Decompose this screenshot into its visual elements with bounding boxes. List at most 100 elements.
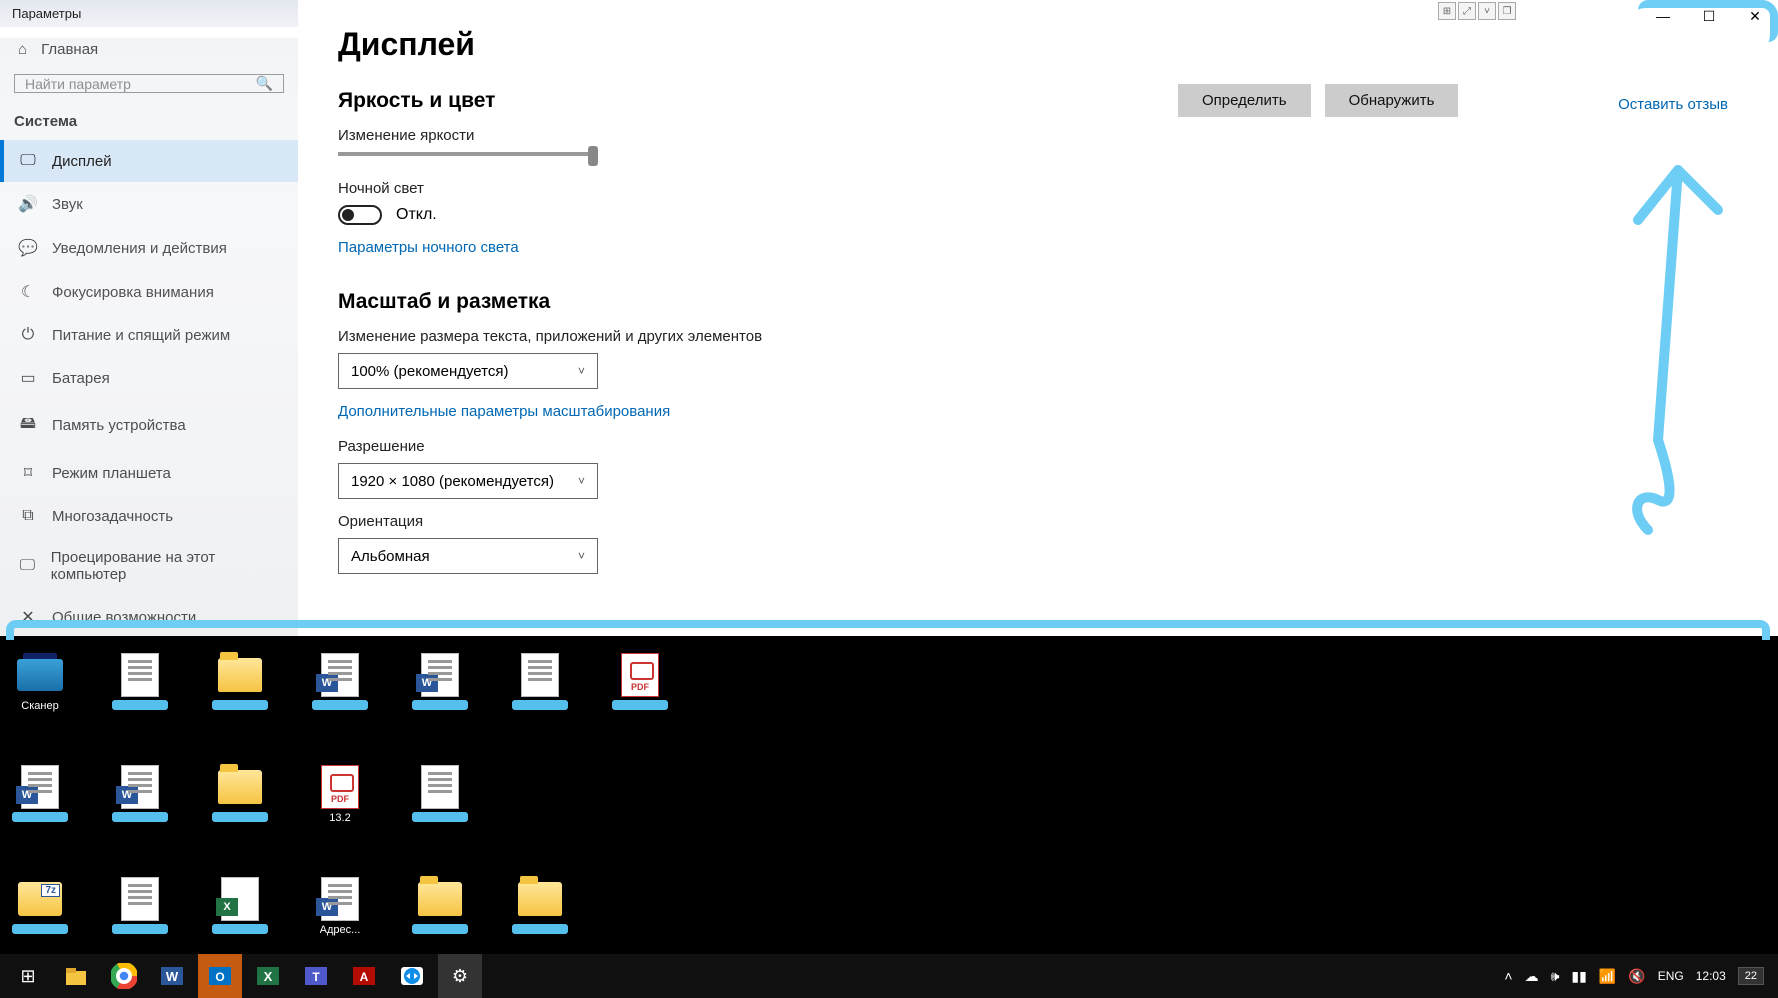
sidebar-item-7[interactable]: ⌑Режим планшета: [0, 451, 298, 495]
redacted-label: [312, 700, 368, 710]
tray-battery-icon[interactable]: ▮▮: [1571, 968, 1586, 985]
taskbar-acrobat[interactable]: A: [342, 954, 386, 998]
scale-dropdown-value: 100% (рекомендуется): [351, 363, 508, 380]
search-input[interactable]: [25, 76, 256, 92]
sidebar-item-0[interactable]: 🖵Дисплей: [0, 140, 298, 182]
taskbar-excel[interactable]: X: [246, 954, 290, 998]
aux-restore-icon[interactable]: ❐: [1498, 2, 1516, 20]
sidebar-item-2[interactable]: 💬Уведомления и действия: [0, 226, 298, 270]
desktop-icon[interactable]: [8, 878, 72, 936]
folder-icon: [216, 654, 264, 696]
desktop-icon-label: 13.2: [329, 812, 350, 824]
taskbar-outlook[interactable]: O: [198, 954, 242, 998]
desktop-icon[interactable]: Сканер: [8, 654, 72, 712]
desktop-icon[interactable]: [408, 766, 472, 824]
desktop-icon[interactable]: [508, 878, 572, 936]
notification-count[interactable]: 22: [1738, 967, 1764, 985]
desktop-icon[interactable]: W: [8, 766, 72, 824]
close-button[interactable]: ✕: [1732, 0, 1778, 32]
desktop-icon[interactable]: [608, 654, 672, 712]
nightlight-toggle[interactable]: [338, 205, 382, 225]
identify-button[interactable]: Определить: [1178, 84, 1311, 117]
desktop-icon[interactable]: [208, 654, 272, 712]
maximize-button[interactable]: ☐: [1686, 0, 1732, 32]
tray-cloud-icon[interactable]: ☁: [1525, 968, 1539, 985]
desktop-icon[interactable]: [208, 766, 272, 824]
nightlight-settings-link[interactable]: Параметры ночного света: [338, 239, 519, 256]
desktop-area[interactable]: СканерWWWW13.2XWАдрес...: [0, 640, 1778, 954]
sidebar-item-8[interactable]: ⧉Многозадачность: [0, 495, 298, 537]
desktop-icon[interactable]: WАдрес...: [308, 878, 372, 936]
brightness-slider-thumb[interactable]: [588, 146, 598, 166]
desktop-icon[interactable]: [108, 654, 172, 712]
nav-icon: ▭: [18, 368, 38, 388]
taskbar-explorer[interactable]: [54, 954, 98, 998]
brightness-slider[interactable]: [338, 152, 598, 156]
desktop-icon[interactable]: W: [308, 654, 372, 712]
tray-bluetooth-icon[interactable]: 🕪: [1551, 968, 1560, 985]
advanced-scaling-link[interactable]: Дополнительные параметры масштабирования: [338, 403, 670, 420]
sidebar-item-6[interactable]: 🖴Память устройства: [0, 400, 298, 451]
aux-window-controls[interactable]: ⊞ ⤢ ˅ ❐: [1438, 2, 1516, 20]
sidebar-item-4[interactable]: ⏻Питание и спящий режим: [0, 314, 298, 356]
aux-grid-icon[interactable]: ⊞: [1438, 2, 1456, 20]
redacted-label: [12, 924, 68, 934]
sidebar-item-3[interactable]: ☾Фокусировка внимания: [0, 270, 298, 314]
document-icon: [416, 766, 464, 808]
folder-icon: [63, 963, 89, 989]
minimize-button[interactable]: —: [1640, 0, 1686, 32]
tray-wifi-icon[interactable]: 📶: [1599, 968, 1616, 985]
start-button[interactable]: ⊞: [6, 954, 50, 998]
nav-label: Батарея: [52, 370, 110, 387]
scanner-icon: [16, 654, 64, 696]
nav-label: Питание и спящий режим: [52, 327, 230, 344]
desktop-icon[interactable]: [408, 878, 472, 936]
scale-label: Изменение размера текста, приложений и д…: [338, 328, 1738, 345]
taskbar-chrome[interactable]: [102, 954, 146, 998]
outlook-icon: O: [207, 963, 233, 989]
svg-text:W: W: [166, 969, 179, 984]
nav-label: Режим планшета: [52, 465, 171, 482]
desktop-icon[interactable]: [108, 878, 172, 936]
redacted-label: [12, 812, 68, 822]
word-doc-icon: W: [16, 766, 64, 808]
sidebar-item-10[interactable]: ✕Общие возможности: [0, 595, 298, 639]
sidebar-item-1[interactable]: 🔊Звук: [0, 182, 298, 226]
home-button[interactable]: ⌂ Главная: [0, 27, 298, 68]
desktop-icon-label: Сканер: [21, 700, 58, 712]
desktop-icon[interactable]: W: [408, 654, 472, 712]
search-box[interactable]: 🔍: [14, 74, 284, 93]
taskbar-teamviewer[interactable]: [390, 954, 434, 998]
nav-icon: 🖵: [18, 557, 37, 575]
taskbar-settings[interactable]: ⚙: [438, 954, 482, 998]
feedback-link[interactable]: Оставить отзыв: [1618, 96, 1728, 113]
resolution-dropdown[interactable]: 1920 × 1080 (рекомендуется) ˅: [338, 463, 598, 499]
desktop-icon[interactable]: [508, 654, 572, 712]
sidebar-item-9[interactable]: 🖵 Проецирование на этот компьютер: [0, 537, 298, 595]
system-tray: ˄ ☁ 🕪 ▮▮ 📶 🔇 ENG 12:03 22: [1504, 967, 1772, 985]
scale-dropdown[interactable]: 100% (рекомендуется) ˅: [338, 353, 598, 389]
aux-down-icon[interactable]: ˅: [1478, 2, 1496, 20]
tray-chevron-icon[interactable]: ˄: [1504, 968, 1512, 984]
desktop-icon[interactable]: 13.2: [308, 766, 372, 824]
sidebar-section-title: Система: [0, 105, 298, 140]
tray-volume-icon[interactable]: 🔇: [1628, 968, 1645, 985]
orientation-label: Ориентация: [338, 513, 1738, 530]
folder-icon: [216, 766, 264, 808]
sidebar-item-5[interactable]: ▭ Батарея: [0, 356, 298, 400]
orientation-dropdown[interactable]: Альбомная ˅: [338, 538, 598, 574]
pdf-icon: [616, 654, 664, 696]
redacted-label: [512, 924, 568, 934]
taskbar-teams[interactable]: T: [294, 954, 338, 998]
desktop-icon[interactable]: X: [208, 878, 272, 936]
taskbar-clock[interactable]: 12:03: [1696, 969, 1726, 983]
taskbar-word[interactable]: W: [150, 954, 194, 998]
aux-expand-icon[interactable]: ⤢: [1458, 2, 1476, 20]
nav-label: Память устройства: [52, 417, 186, 434]
detect-button[interactable]: Обнаружить: [1325, 84, 1459, 117]
tray-language[interactable]: ENG: [1658, 969, 1684, 983]
nav-label: Проецирование на этот компьютер: [51, 549, 280, 583]
desktop-icon[interactable]: W: [108, 766, 172, 824]
page-title: Дисплей: [338, 26, 1738, 63]
word-doc-icon: W: [116, 766, 164, 808]
